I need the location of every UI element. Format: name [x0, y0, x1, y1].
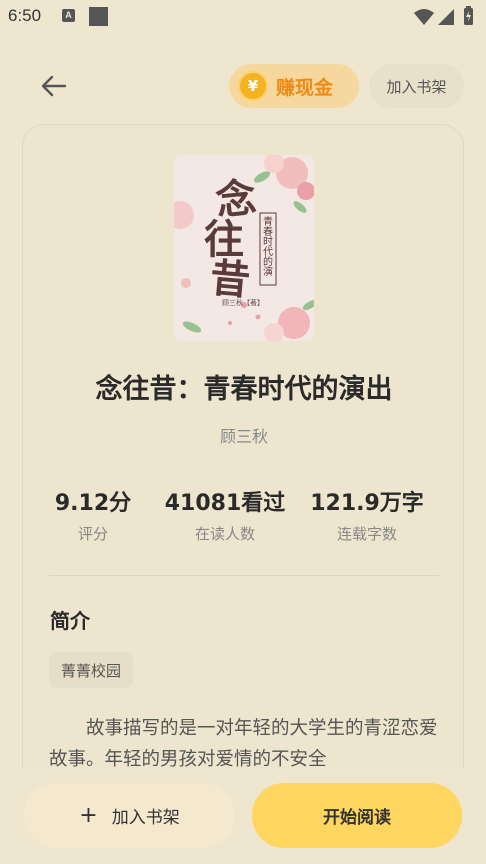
start-reading-button[interactable]: 开始阅读 — [252, 783, 462, 848]
book-detail-card: 念 往 昔 青 春 时 代 的 演 顾三秋【著】 念往昔：青春时代的演出 顾三秋… — [22, 124, 464, 824]
stat-readers: 41081看过 在读人数 — [163, 485, 287, 544]
stat-readers-value: 41081看过 — [164, 491, 286, 516]
battery-icon — [464, 6, 473, 25]
back-button[interactable] — [34, 66, 74, 106]
add-to-shelf-button[interactable]: + 加入书架 — [24, 783, 235, 848]
book-title: 念往昔：青春时代的演出 — [95, 374, 393, 405]
intro-text[interactable]: 故事描写的是一对年轻的大学生的青涩恋爱故事。年轻的男孩对爱情的不安全 — [49, 713, 439, 768]
notification-a-icon: A — [62, 9, 75, 22]
plus-icon: + — [79, 802, 98, 828]
signal-icon: x — [438, 9, 454, 27]
arrow-left-icon — [41, 75, 67, 97]
svg-text:顾三秋【著】: 顾三秋【著】 — [222, 298, 264, 307]
stat-rating-value: 9.12分 — [54, 491, 132, 516]
book-author[interactable]: 顾三秋 — [23, 423, 465, 447]
earn-cash-button[interactable]: ¥ 赚现金 — [229, 64, 359, 108]
status-time: 6:50 — [8, 6, 42, 25]
book-stats: 9.12分 评分 41081看过 在读人数 121.9万字 连载字数 — [49, 485, 439, 545]
stat-word-count-label: 连载字数 — [336, 525, 397, 543]
stat-word-count: 121.9万字 连载字数 — [305, 485, 429, 544]
svg-text:昔: 昔 — [208, 254, 252, 304]
status-icons: x — [414, 6, 478, 28]
add-to-shelf-top-button[interactable]: 加入书架 — [369, 64, 464, 108]
earn-cash-label: 赚现金 — [276, 76, 334, 99]
stat-rating: 9.12分 评分 — [37, 485, 149, 544]
wifi-icon — [414, 9, 434, 25]
bottom-action-bar: + 加入书架 开始阅读 — [0, 768, 486, 864]
stat-readers-label: 在读人数 — [194, 525, 255, 543]
status-bar: 6:50 A x — [0, 0, 486, 34]
intro-heading: 简介 — [50, 609, 90, 633]
add-to-shelf-label: 加入书架 — [111, 808, 180, 828]
book-cover[interactable]: 念 往 昔 青 春 时 代 的 演 顾三秋【著】 — [174, 155, 314, 341]
stat-word-count-value: 121.9万字 — [310, 491, 424, 516]
svg-text:x: x — [444, 18, 448, 27]
stat-rating-label: 评分 — [77, 525, 108, 543]
genre-tag[interactable]: 菁菁校园 — [49, 652, 134, 688]
divider — [49, 575, 439, 576]
coin-icon: ¥ — [238, 71, 268, 101]
notification-square-icon — [89, 7, 108, 26]
start-reading-label: 开始阅读 — [323, 808, 391, 828]
